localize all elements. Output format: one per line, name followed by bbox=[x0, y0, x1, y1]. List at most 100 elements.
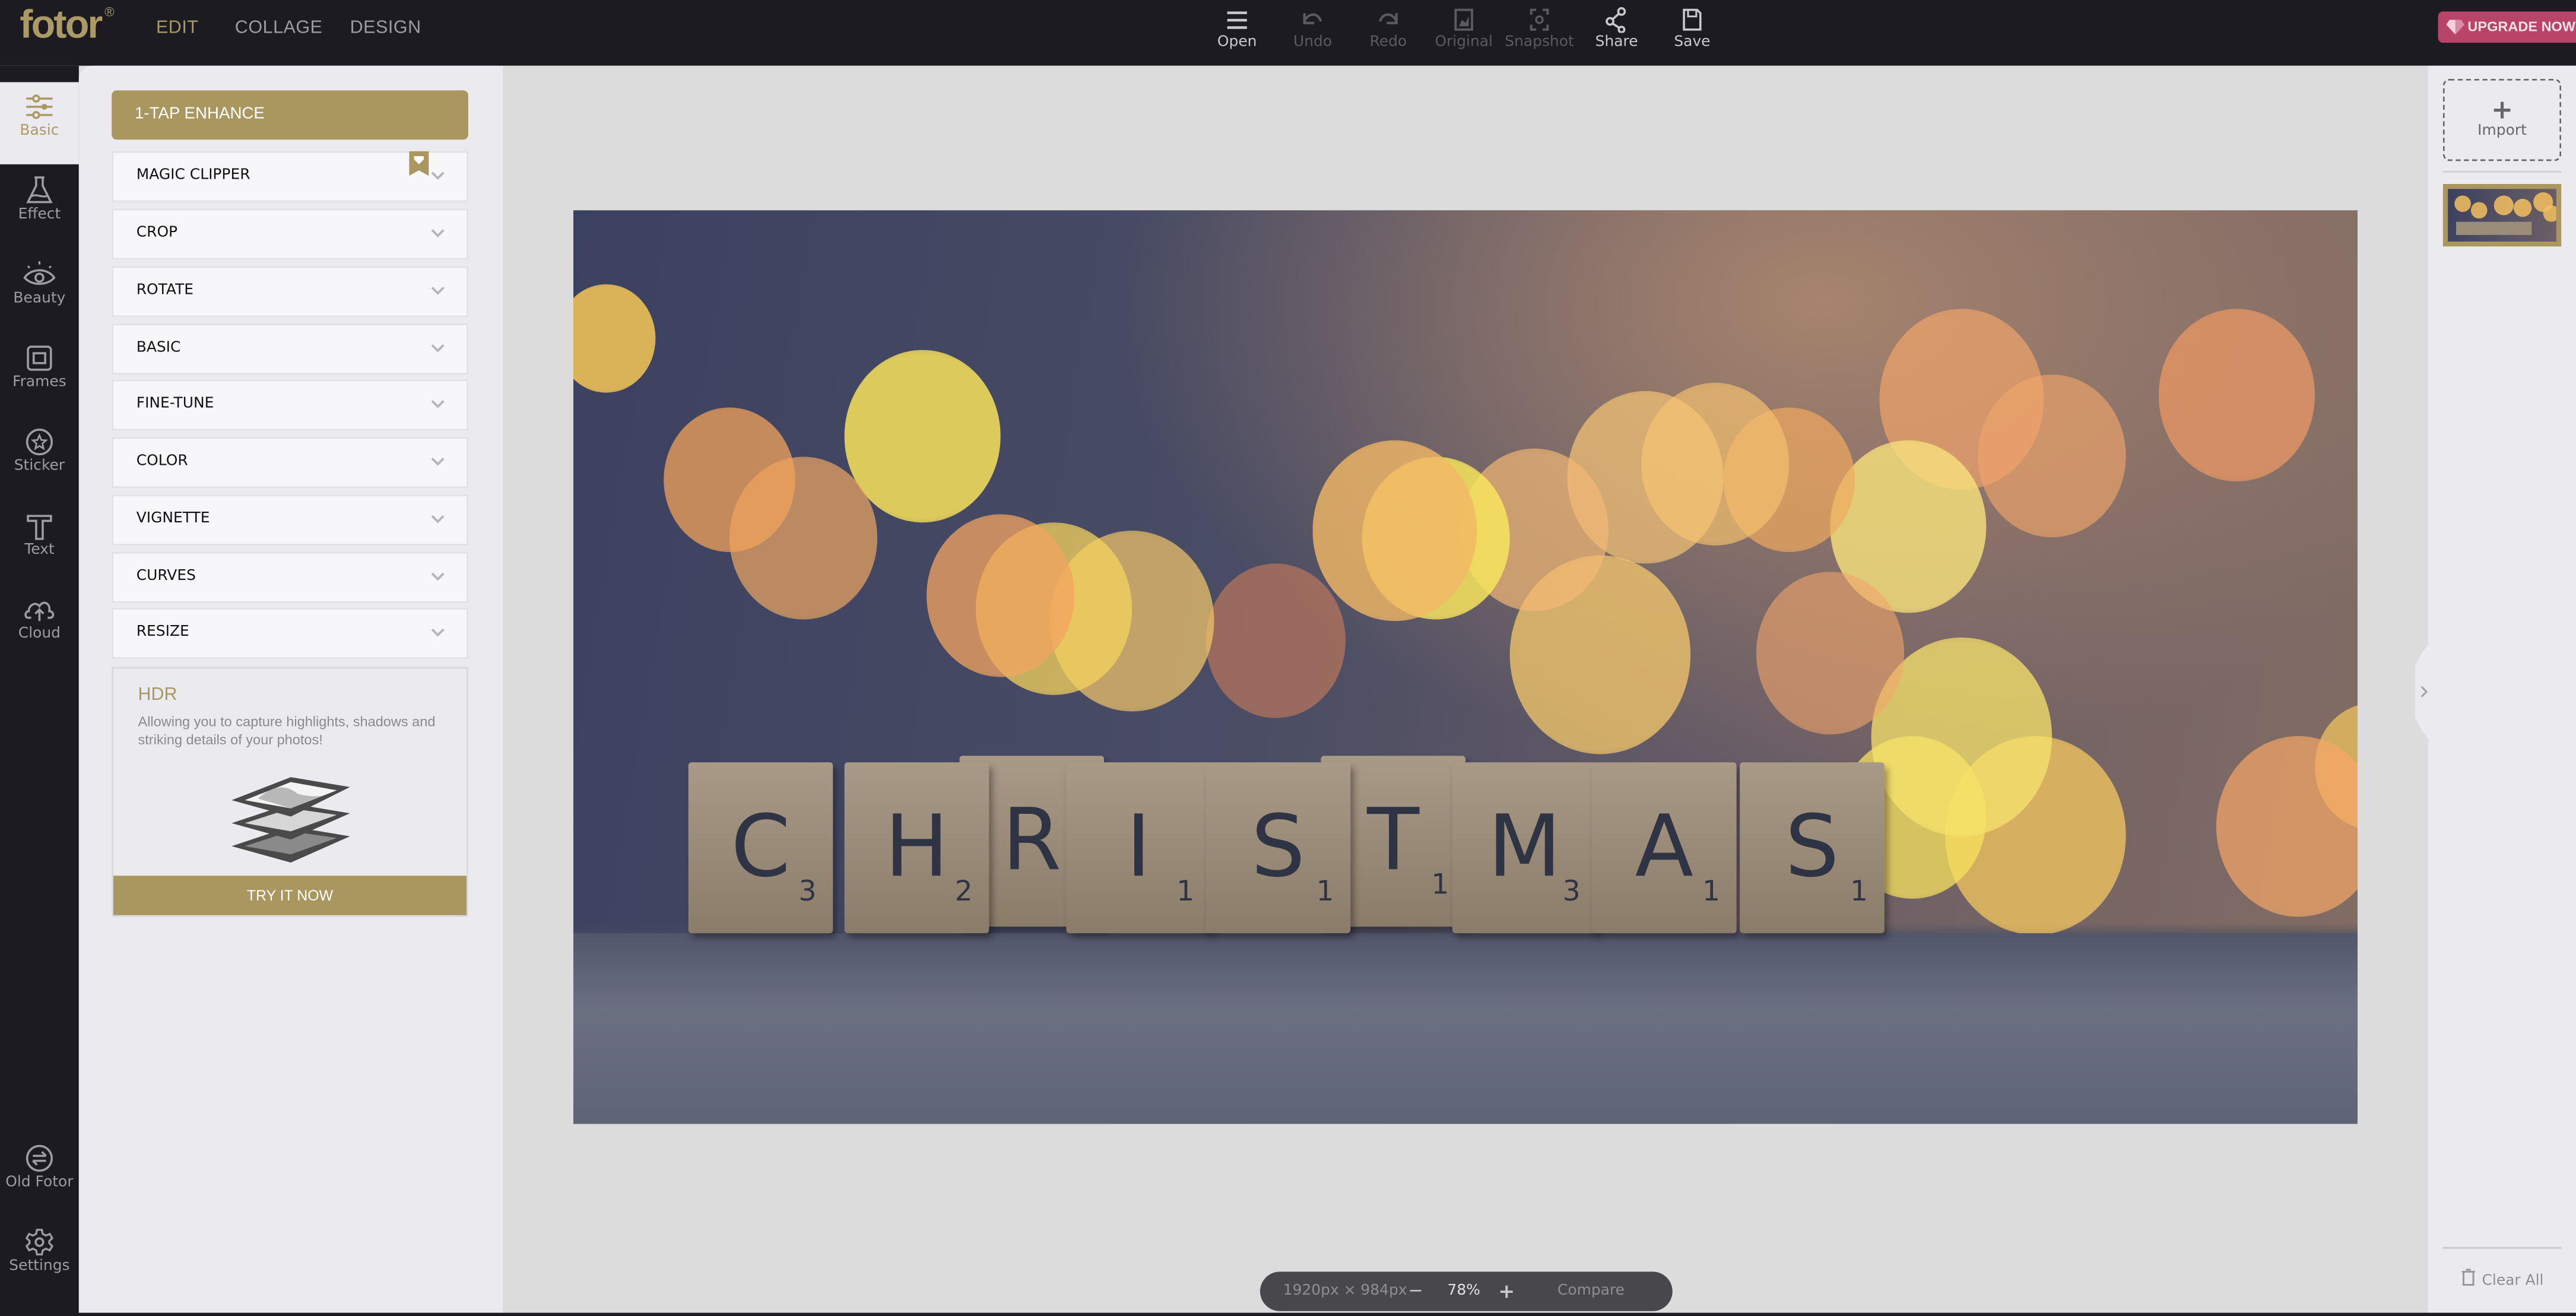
section-label: MAGIC CLIPPER bbox=[136, 167, 250, 185]
bokeh-light bbox=[2216, 736, 2358, 917]
thumbnail-bokeh bbox=[2493, 195, 2514, 215]
share-button[interactable]: Share bbox=[1579, 7, 1654, 51]
section-fine-tune[interactable]: FINE-TUNE bbox=[112, 379, 468, 431]
top-bar: fotor ® EDIT COLLAGE DESIGN Open Undo Red… bbox=[0, 0, 2576, 66]
sidebar-label: Effect bbox=[18, 207, 61, 224]
section-crop[interactable]: CROP bbox=[112, 208, 468, 260]
import-button[interactable]: + Import bbox=[2442, 78, 2562, 161]
tile-letter: S bbox=[1785, 798, 1839, 898]
snapshot-button[interactable]: Snapshot bbox=[1502, 7, 1577, 51]
share-icon bbox=[1606, 7, 1626, 33]
switch-icon bbox=[26, 1144, 53, 1172]
redo-icon bbox=[1379, 13, 1398, 24]
section-resize[interactable]: RESIZE bbox=[112, 608, 468, 659]
section-color[interactable]: COLOR bbox=[112, 437, 468, 489]
tile-letter: H bbox=[884, 798, 949, 898]
logo-text: fotor bbox=[20, 3, 103, 48]
sidebar-item-sticker[interactable]: Sticker bbox=[0, 417, 79, 499]
upgrade-now-button[interactable]: UPGRADE NOW bbox=[2438, 11, 2576, 43]
divider bbox=[2442, 1247, 2562, 1249]
zoom-in-button[interactable]: + bbox=[1498, 1271, 1515, 1311]
fotor-editor: fotor ® EDIT COLLAGE DESIGN Open Undo Red… bbox=[0, 0, 2576, 1316]
tile-letter: S bbox=[1251, 798, 1306, 898]
tile-letter: R bbox=[1002, 792, 1062, 891]
letter-tile: S1 bbox=[1205, 762, 1351, 934]
image-dimensions: 1920px × 984px bbox=[1283, 1283, 1407, 1300]
tile-letter: M bbox=[1487, 798, 1562, 898]
gear-icon bbox=[25, 1229, 54, 1255]
zoom-level: 78% bbox=[1447, 1283, 1480, 1300]
fotor-logo[interactable]: fotor ® bbox=[20, 3, 114, 50]
menu-icon bbox=[1227, 11, 1247, 29]
divider bbox=[2442, 170, 2562, 173]
frame-icon bbox=[27, 345, 52, 371]
sidebar-label: Beauty bbox=[13, 290, 66, 307]
sidebar-item-old-fotor[interactable]: Old Fotor bbox=[0, 1134, 79, 1216]
chevron-down-icon bbox=[431, 399, 445, 408]
premium-diamond-icon bbox=[409, 151, 429, 176]
sidebar-item-frames[interactable]: Frames bbox=[0, 334, 79, 416]
nav-design[interactable]: DESIGN bbox=[350, 18, 421, 37]
letter-tile: I1 bbox=[1066, 762, 1211, 934]
sidebar-item-beauty[interactable]: Beauty bbox=[0, 250, 79, 332]
clear-all-label: Clear All bbox=[2482, 1273, 2544, 1290]
section-rotate[interactable]: ROTATE bbox=[112, 266, 468, 318]
original-button[interactable]: Original bbox=[1426, 7, 1502, 51]
section-basic[interactable]: BASIC bbox=[112, 324, 468, 375]
sidebar-item-basic[interactable]: Basic bbox=[0, 82, 79, 164]
redo-button[interactable]: Redo bbox=[1350, 7, 1426, 51]
clear-all-button[interactable]: Clear All bbox=[2428, 1269, 2576, 1290]
section-label: COLOR bbox=[136, 453, 188, 470]
chevron-down-icon bbox=[431, 287, 445, 295]
sidebar-label: Frames bbox=[12, 375, 66, 391]
bokeh-light bbox=[2159, 309, 2315, 481]
letter-tile: S1 bbox=[1740, 762, 1885, 934]
bokeh-light bbox=[1756, 572, 1904, 735]
flask-icon bbox=[26, 176, 53, 204]
import-label: Import bbox=[2477, 123, 2527, 140]
section-magic-clipper[interactable]: MAGIC CLIPPER bbox=[112, 151, 468, 202]
undo-button[interactable]: Undo bbox=[1275, 7, 1350, 51]
save-label: Save bbox=[1674, 34, 1711, 51]
one-tap-enhance-button[interactable]: 1-TAP ENHANCE bbox=[112, 90, 468, 140]
share-label: Share bbox=[1595, 34, 1638, 51]
bokeh-light bbox=[664, 407, 795, 553]
star-circle-icon bbox=[26, 429, 53, 456]
nav-edit[interactable]: EDIT bbox=[156, 18, 199, 37]
compare-button[interactable]: Compare bbox=[1557, 1271, 1625, 1311]
save-button[interactable]: Save bbox=[1654, 7, 1730, 51]
section-vignette[interactable]: VIGNETTE bbox=[112, 494, 468, 546]
section-label: CURVES bbox=[136, 568, 196, 585]
chevron-down-icon bbox=[431, 628, 445, 637]
right-media-panel: + Import Clear All bbox=[2428, 65, 2576, 1316]
snapshot-label: Snapshot bbox=[1505, 34, 1574, 51]
snapshot-icon bbox=[1530, 8, 1549, 31]
undo-icon bbox=[1303, 13, 1322, 24]
thumbnail-bokeh bbox=[2513, 198, 2532, 217]
sidebar-item-settings[interactable]: Settings bbox=[0, 1217, 79, 1299]
tile-score: 3 bbox=[1562, 876, 1581, 909]
zoom-out-button[interactable]: − bbox=[1408, 1271, 1423, 1311]
thumbnail-tiles bbox=[2456, 221, 2532, 235]
bokeh-light bbox=[1205, 563, 1346, 718]
upgrade-label: UPGRADE NOW bbox=[2467, 18, 2576, 35]
thumbnail-bokeh bbox=[2454, 195, 2471, 213]
sidebar-item-cloud[interactable]: Cloud bbox=[0, 585, 79, 667]
photo-canvas[interactable]: C3H2RI1S1T1M3A1S1 bbox=[573, 210, 2358, 1124]
tile-score: 3 bbox=[798, 876, 817, 909]
try-it-now-button[interactable]: TRY IT NOW bbox=[113, 876, 467, 915]
letter-tile: M3 bbox=[1452, 762, 1597, 934]
sidebar-item-text[interactable]: Text bbox=[0, 501, 79, 583]
original-image-icon bbox=[1454, 8, 1473, 31]
sidebar-item-effect[interactable]: Effect bbox=[0, 166, 79, 248]
bokeh-light bbox=[927, 514, 1075, 677]
image-thumbnail[interactable] bbox=[2442, 184, 2562, 247]
open-button[interactable]: Open bbox=[1200, 7, 1275, 51]
cloud-upload-icon bbox=[24, 601, 55, 621]
section-curves[interactable]: CURVES bbox=[112, 552, 468, 603]
chevron-down-icon bbox=[431, 572, 445, 581]
tile-score: 1 bbox=[1702, 876, 1720, 909]
left-sidebar: Basic Effect Beauty Frames Sticker Text … bbox=[0, 65, 79, 1316]
nav-collage[interactable]: COLLAGE bbox=[235, 18, 323, 37]
sidebar-label: Basic bbox=[20, 123, 59, 140]
